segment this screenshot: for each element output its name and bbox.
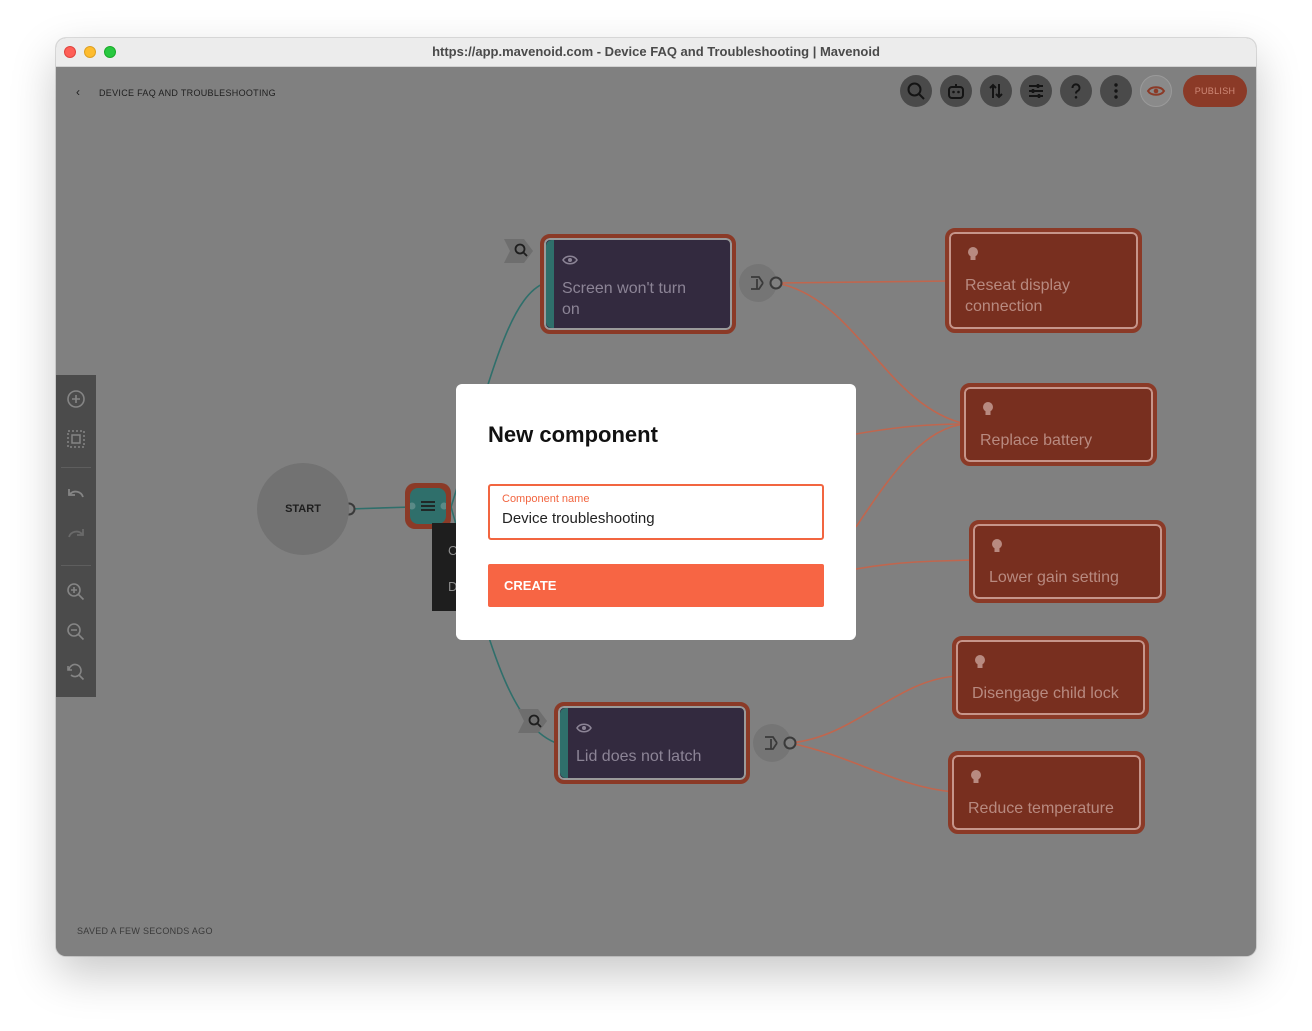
canvas-toolbar bbox=[56, 375, 96, 697]
question-label: Screen won't turn bbox=[562, 280, 687, 297]
solution-node[interactable]: Lower gain setting bbox=[969, 520, 1166, 603]
browser-window: https://app.mavenoid.com - Device FAQ an… bbox=[56, 38, 1256, 956]
help-button[interactable] bbox=[1060, 75, 1092, 107]
dialog-title: New component bbox=[488, 422, 658, 447]
solution-node[interactable]: Disengage child lock bbox=[952, 636, 1149, 719]
zoom-in-button[interactable] bbox=[65, 581, 87, 603]
connector-q1-sol1 bbox=[775, 280, 951, 284]
component-name-input[interactable] bbox=[502, 510, 802, 527]
redo-icon bbox=[68, 529, 84, 538]
eye-icon bbox=[562, 255, 578, 265]
sort-icon bbox=[989, 83, 1003, 99]
create-button[interactable]: CREATE bbox=[488, 564, 824, 607]
search-tag-q2 bbox=[518, 709, 547, 733]
solution-label: Reduce temperature bbox=[968, 800, 1114, 817]
more-icon bbox=[1114, 83, 1118, 99]
lightbulb-icon bbox=[971, 770, 981, 783]
solution-label: Replace battery bbox=[980, 432, 1093, 449]
connector-sol2-b bbox=[855, 423, 967, 528]
search-button[interactable] bbox=[900, 75, 932, 107]
component-name-field[interactable]: Component name bbox=[488, 484, 824, 540]
question-label: on bbox=[562, 301, 580, 318]
connector-sol3 bbox=[855, 559, 977, 570]
sliders-icon bbox=[1029, 84, 1043, 98]
toolbar-divider bbox=[61, 565, 91, 566]
solution-label: Reseat display bbox=[965, 277, 1070, 294]
connector-q2-sol4 bbox=[789, 675, 959, 744]
question-node[interactable]: Screen won't turn on bbox=[540, 234, 736, 334]
lightbulb-icon bbox=[968, 247, 978, 260]
connector-sol2-a bbox=[855, 423, 967, 435]
lightbulb-icon bbox=[983, 402, 993, 415]
bot-icon bbox=[948, 84, 964, 99]
redo-button[interactable] bbox=[65, 525, 87, 547]
breadcrumb[interactable]: DEVICE FAQ AND TROUBLESHOOTING bbox=[99, 88, 276, 98]
add-node-button[interactable] bbox=[65, 388, 87, 410]
preview-eye-icon bbox=[1146, 86, 1166, 96]
solution-label: connection bbox=[965, 298, 1043, 315]
window-title: https://app.mavenoid.com - Device FAQ an… bbox=[432, 44, 880, 59]
question-label: Lid does not latch bbox=[576, 748, 702, 765]
solution-label: Lower gain setting bbox=[989, 569, 1119, 586]
more-options-button[interactable] bbox=[1100, 75, 1132, 107]
solution-label: Disengage child lock bbox=[972, 685, 1119, 702]
search-tag-q1 bbox=[504, 239, 533, 263]
preview-button[interactable] bbox=[1140, 75, 1172, 107]
zoom-out-icon bbox=[67, 623, 85, 641]
solution-node[interactable]: Reduce temperature bbox=[948, 751, 1145, 834]
lightbulb-icon bbox=[992, 539, 1002, 552]
question-node[interactable]: Lid does not latch bbox=[554, 702, 750, 784]
q2-output-port bbox=[783, 736, 797, 750]
solution-node[interactable]: Reseat display connection bbox=[945, 228, 1142, 333]
save-status: SAVED A FEW SECONDS AGO bbox=[77, 926, 213, 936]
new-component-dialog: New component Component name CREATE bbox=[456, 384, 856, 640]
menu-node-body bbox=[408, 488, 448, 524]
connector-start-menu bbox=[348, 506, 413, 510]
settings-button[interactable] bbox=[1020, 75, 1052, 107]
toolbar-divider bbox=[61, 467, 91, 468]
zoom-out-button[interactable] bbox=[65, 621, 87, 643]
lightbulb-icon bbox=[975, 655, 985, 668]
undo-icon bbox=[68, 489, 84, 498]
publish-button[interactable]: PUBLISH bbox=[1183, 75, 1247, 107]
select-area-button[interactable] bbox=[65, 428, 87, 450]
title-bar: https://app.mavenoid.com - Device FAQ an… bbox=[56, 38, 1256, 67]
undo-button[interactable] bbox=[65, 485, 87, 507]
flow-editor: ‹ DEVICE FAQ AND TROUBLESHOOTING PUBLISH bbox=[56, 67, 1256, 956]
q1-output-port bbox=[769, 276, 783, 290]
start-node[interactable]: START bbox=[257, 463, 349, 555]
solution-node[interactable]: Replace battery bbox=[960, 383, 1157, 466]
connector-q2-sol5 bbox=[789, 742, 955, 793]
node-stripe bbox=[546, 240, 554, 328]
back-chevron-icon[interactable]: ‹ bbox=[76, 85, 80, 99]
menu-lines-icon bbox=[408, 501, 448, 511]
search-icon bbox=[907, 82, 925, 100]
bot-button[interactable] bbox=[940, 75, 972, 107]
field-label: Component name bbox=[502, 493, 590, 505]
zoom-in-icon bbox=[67, 583, 85, 601]
help-icon bbox=[1071, 83, 1081, 99]
node-stripe bbox=[560, 708, 568, 778]
eye-icon bbox=[576, 723, 592, 733]
reset-zoom-icon bbox=[67, 663, 85, 681]
add-circle-icon bbox=[67, 390, 85, 408]
reset-zoom-button[interactable] bbox=[65, 661, 87, 683]
sort-button[interactable] bbox=[980, 75, 1012, 107]
select-area-icon bbox=[67, 430, 85, 448]
